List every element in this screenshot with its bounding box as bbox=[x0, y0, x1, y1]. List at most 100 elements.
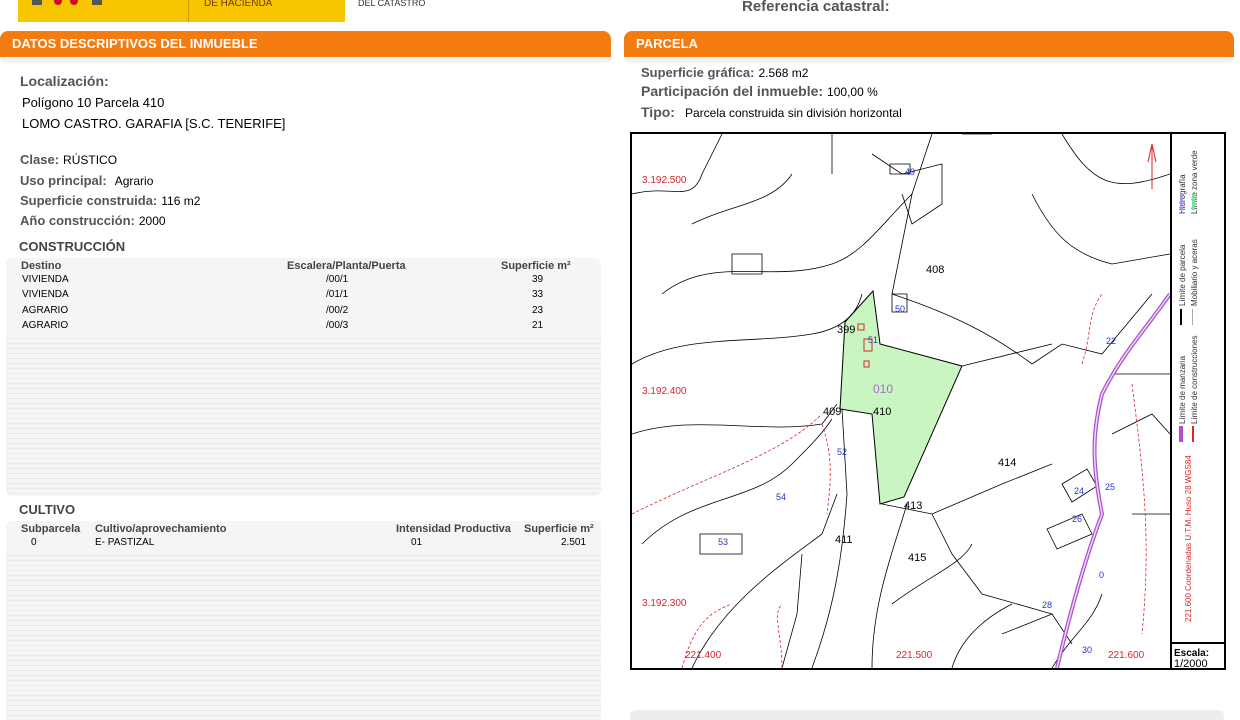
sup-grafica-label: Superficie gráfica: bbox=[641, 65, 755, 80]
coord-y-3192300: 3.192.300 bbox=[642, 598, 687, 609]
building-label-51: 51 bbox=[868, 335, 879, 345]
uso-row: Uso principal: Agrario bbox=[20, 172, 153, 190]
participacion-label: Participación del inmueble: bbox=[641, 83, 824, 99]
sup-grafica-value: 2.568 m2 bbox=[758, 66, 809, 80]
tipo-label: Tipo: bbox=[641, 104, 675, 120]
section-header-underline bbox=[624, 57, 1234, 63]
th-escalera: Escalera/Planta/Puerta bbox=[287, 260, 406, 272]
table-row-2-destino: VIVIENDA bbox=[22, 289, 69, 300]
lot-label-399: 399 bbox=[837, 324, 856, 336]
th-superficie-cultivo: Superficie m² bbox=[524, 523, 594, 535]
table-row-3-destino: AGRARIO bbox=[22, 305, 69, 316]
building-label-50: 50 bbox=[895, 304, 906, 314]
coord-x-221500: 221.500 bbox=[896, 650, 933, 661]
coord-y-3192400: 3.192.400 bbox=[642, 386, 687, 397]
cultivo-row-intensidad: 01 bbox=[411, 537, 423, 548]
cultivo-row-subparcela: 0 bbox=[31, 537, 37, 548]
lot-label-415: 415 bbox=[908, 552, 927, 564]
legend-swatch-hidrografia bbox=[1180, 194, 1183, 210]
building-label-52: 52 bbox=[837, 447, 848, 457]
table-row-2-planta: /01/1 bbox=[326, 289, 349, 300]
cultivo-row-superficie: 2.501 bbox=[561, 537, 587, 548]
table-row-3-planta: /00/2 bbox=[326, 305, 349, 316]
direction-name: DEL CATASTRO bbox=[358, 0, 426, 8]
clase-value: RÚSTICO bbox=[63, 153, 118, 167]
tipo-value: Parcela construida sin división horizont… bbox=[684, 106, 902, 120]
th-subparcela: Subparcela bbox=[21, 523, 81, 535]
lot-label-413: 413 bbox=[904, 500, 923, 512]
map-scale: Escala: 1/2000 bbox=[1170, 642, 1226, 670]
uso-value: Agrario bbox=[114, 174, 154, 188]
ministry-logo-band: DE HACIENDA bbox=[18, 0, 345, 22]
legend-swatch-zona-verde bbox=[1192, 194, 1195, 210]
section-header-underline bbox=[0, 57, 611, 63]
clase-row: Clase: RÚSTICO bbox=[20, 151, 117, 169]
table-row-1-superficie: 39 bbox=[532, 274, 544, 285]
cadastral-map[interactable]: 010 408 399 409 410 411 413 414 415 49 5… bbox=[630, 132, 1226, 670]
legend-coordinates: 221.600 Coordenadas U.T.M. Huso 28 WGS84 bbox=[1184, 455, 1193, 622]
building-label-49: 49 bbox=[905, 167, 916, 177]
coord-x-221600: 221.600 bbox=[1108, 650, 1145, 661]
reference-label: Referencia catastral: bbox=[742, 0, 890, 15]
localizacion-line1: Polígono 10 Parcela 410 bbox=[22, 95, 165, 110]
coat-of-arms-icon bbox=[32, 0, 102, 5]
sup-grafica-row: Superficie gráfica: 2.568 m2 bbox=[641, 64, 808, 82]
table-background bbox=[6, 551, 601, 720]
table-row-3-superficie: 23 bbox=[532, 305, 544, 316]
legend-swatch-construcciones bbox=[1192, 426, 1194, 442]
table-row-1-destino: VIVIENDA bbox=[22, 274, 69, 285]
building-label-54: 54 bbox=[776, 492, 787, 502]
table-row-4-superficie: 21 bbox=[532, 320, 544, 331]
legend-swatch-parcela bbox=[1180, 309, 1182, 325]
participacion-value: 100,00 % bbox=[827, 85, 878, 99]
lot-label-410: 410 bbox=[873, 406, 892, 418]
clase-label: Clase: bbox=[20, 152, 60, 167]
construccion-title: CONSTRUCCIÓN bbox=[19, 239, 126, 254]
cultivo-row-cultivo: E- PASTIZAL bbox=[95, 537, 155, 548]
map-legend: Hidrografía Límite zona verde Límite de … bbox=[1170, 134, 1224, 642]
logo-divider bbox=[188, 0, 189, 22]
lot-label-411: 411 bbox=[835, 534, 853, 546]
building-label-0: 0 bbox=[1099, 570, 1105, 580]
anio-row: Año construcción: 2000 bbox=[20, 212, 166, 230]
building-label-30: 30 bbox=[1082, 645, 1093, 655]
legend-swatch-mobiliario bbox=[1192, 309, 1193, 325]
building-label-25: 25 bbox=[1105, 482, 1116, 492]
parcel-label: 010 bbox=[873, 382, 894, 396]
lot-label-408: 408 bbox=[926, 264, 945, 276]
legend-parcela: Límite de parcela bbox=[1178, 244, 1187, 306]
th-superficie: Superficie m² bbox=[501, 260, 571, 272]
superficie-label: Superficie construida: bbox=[20, 193, 158, 208]
ministry-name: DE HACIENDA bbox=[204, 0, 273, 9]
superficie-value: 116 m2 bbox=[161, 194, 201, 208]
participacion-row: Participación del inmueble: 100,00 % bbox=[641, 83, 878, 101]
legend-manzana: Límite de manzana bbox=[1178, 355, 1187, 424]
th-intensidad: Intensidad Productiva bbox=[396, 523, 511, 535]
bottom-panel bbox=[630, 710, 1224, 720]
building-label-53: 53 bbox=[718, 537, 729, 547]
superficie-row: Superficie construida: 116 m2 bbox=[20, 192, 200, 210]
legend-swatch-manzana bbox=[1179, 426, 1183, 442]
table-row-4-destino: AGRARIO bbox=[22, 320, 69, 331]
uso-label: Uso principal: bbox=[20, 173, 107, 188]
scale-value: 1/2000 bbox=[1174, 658, 1208, 670]
anio-value: 2000 bbox=[138, 214, 166, 228]
table-background bbox=[6, 334, 601, 496]
section-header-datos: DATOS DESCRIPTIVOS DEL INMUEBLE bbox=[0, 31, 611, 57]
table-row-1-planta: /00/1 bbox=[326, 274, 349, 285]
legend-mobiliario: Mobiliario y aceras bbox=[1190, 239, 1199, 306]
localizacion-line2: LOMO CASTRO. GARAFIA [S.C. TENERIFE] bbox=[22, 116, 286, 131]
coord-x-221400: 221.400 bbox=[685, 650, 722, 661]
tipo-row: Tipo: Parcela construida sin división hor… bbox=[641, 104, 902, 122]
construccion-table: Destino Escalera/Planta/Puerta Superfici… bbox=[6, 258, 601, 496]
building-label-24: 24 bbox=[1074, 486, 1085, 496]
th-cultivo: Cultivo/aprovechamiento bbox=[95, 523, 227, 535]
parcel-010-highlight bbox=[839, 289, 963, 505]
section-header-parcela: PARCELA bbox=[624, 31, 1234, 57]
legend-construcciones: Límite de construcciones bbox=[1190, 335, 1199, 425]
building-label-28: 28 bbox=[1042, 600, 1053, 610]
anio-label: Año construcción: bbox=[20, 213, 135, 228]
north-arrow-icon bbox=[1147, 143, 1157, 189]
building-label-22: 22 bbox=[1106, 336, 1117, 346]
cultivo-title: CULTIVO bbox=[19, 502, 76, 517]
